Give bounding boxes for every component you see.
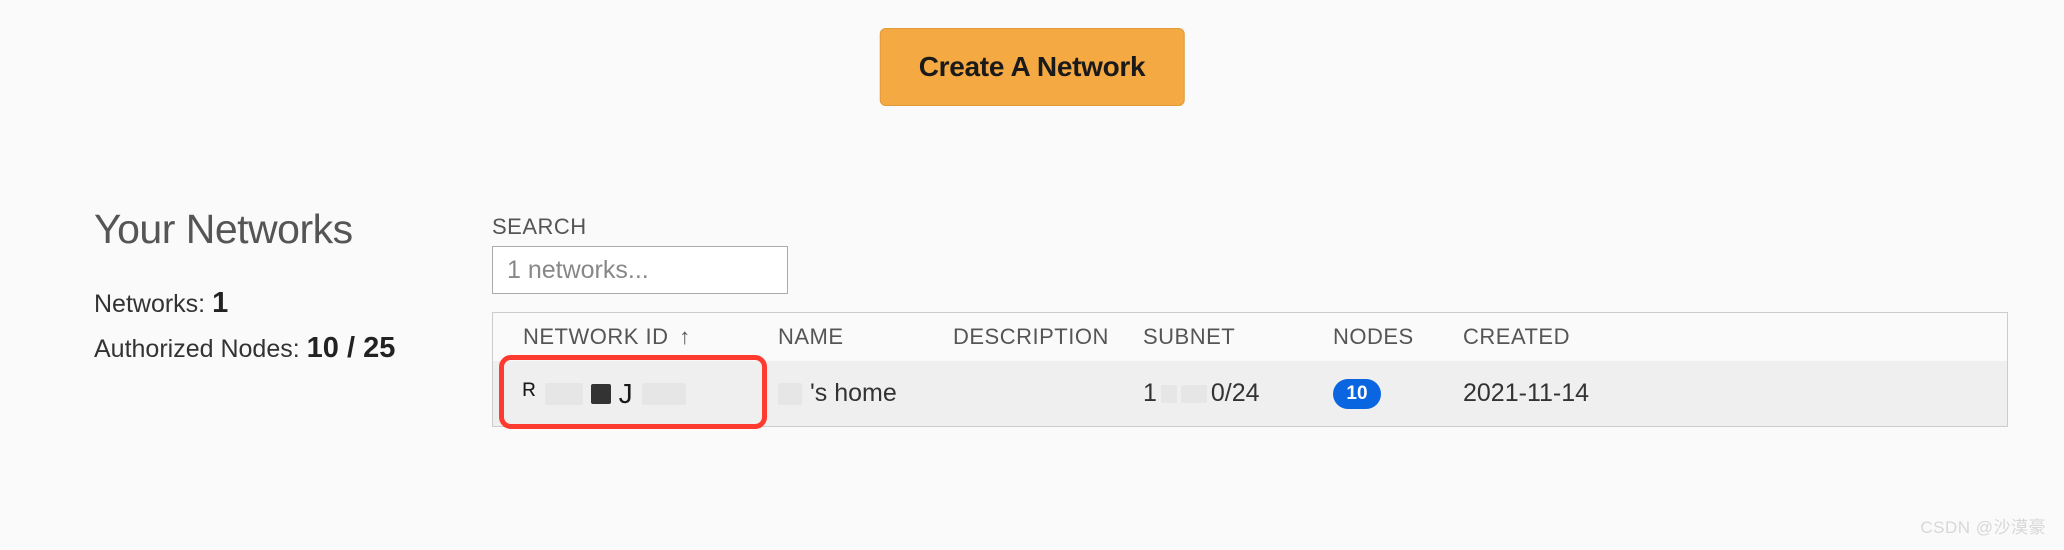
cell-subnet: 1 0/24: [1143, 379, 1333, 408]
networks-count: 1: [212, 287, 228, 319]
cell-created: 2021-11-14: [1463, 379, 1608, 408]
redaction-block: [1181, 385, 1207, 403]
column-header-nodes[interactable]: NODES: [1333, 324, 1463, 350]
search-label: SEARCH: [492, 214, 2008, 240]
nodes-badge: 10: [1333, 379, 1381, 409]
watermark: CSDN @沙漠豪: [1920, 513, 2046, 538]
redaction-block: [778, 383, 802, 405]
column-header-created[interactable]: CREATED: [1463, 324, 1608, 350]
column-header-subnet[interactable]: SUBNET: [1143, 324, 1333, 350]
authorized-nodes-count: 10 / 25: [307, 332, 396, 364]
subnet-prefix: 1: [1143, 379, 1157, 408]
content-area: Your Networks Networks: 1 Authorized Nod…: [94, 206, 2008, 427]
id-fragment-b: J: [619, 378, 634, 410]
cell-network-id: ᴿ J: [523, 361, 778, 426]
redaction-block: [591, 384, 611, 404]
network-id-text: ᴿ J: [523, 378, 686, 410]
subnet-suffix: 0/24: [1211, 379, 1260, 408]
table-row[interactable]: ᴿ J 's home 1 0/24: [493, 361, 2007, 426]
networks-label: Networks:: [94, 290, 205, 318]
networks-table: NETWORK ID ↑ NAME DESCRIPTION SUBNET NOD…: [492, 312, 2008, 427]
cell-name: 's home: [778, 379, 953, 408]
column-header-description[interactable]: DESCRIPTION: [953, 324, 1143, 350]
sort-ascending-icon: ↑: [679, 324, 691, 349]
search-input[interactable]: [492, 246, 788, 294]
name-suffix: 's home: [810, 379, 897, 408]
header-network-id-label: NETWORK ID: [523, 324, 669, 349]
cell-nodes: 10: [1333, 379, 1463, 409]
sidebar-stats: Your Networks Networks: 1 Authorized Nod…: [94, 206, 434, 427]
create-network-button[interactable]: Create A Network: [880, 28, 1185, 106]
networks-count-line: Networks: 1: [94, 287, 434, 320]
redaction-block: [545, 383, 583, 405]
authorized-nodes-label: Authorized Nodes:: [94, 335, 300, 363]
authorized-nodes-line: Authorized Nodes: 10 / 25: [94, 332, 434, 365]
table-header-row: NETWORK ID ↑ NAME DESCRIPTION SUBNET NOD…: [493, 313, 2007, 361]
redaction-block: [642, 383, 686, 405]
table-area: SEARCH NETWORK ID ↑ NAME DESCRIPTION SUB…: [492, 206, 2008, 427]
redaction-block: [1161, 385, 1177, 403]
column-header-network-id[interactable]: NETWORK ID ↑: [523, 324, 778, 350]
id-fragment-a: ᴿ: [523, 378, 537, 410]
page-title: Your Networks: [94, 206, 434, 253]
column-header-name[interactable]: NAME: [778, 324, 953, 350]
